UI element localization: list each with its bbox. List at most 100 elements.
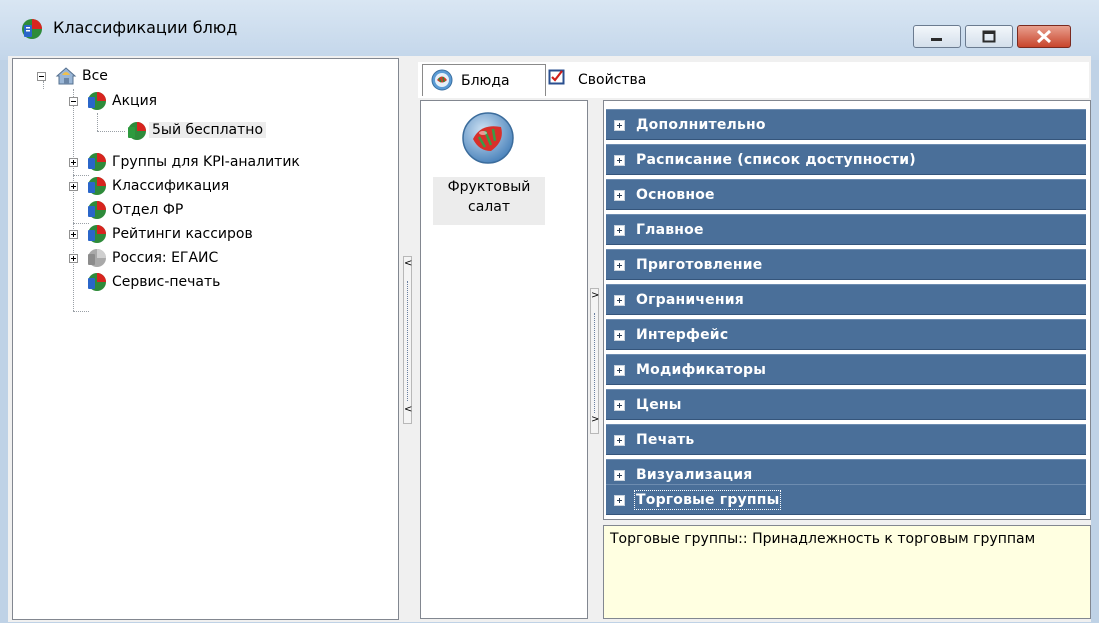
tree-node-cashier-ratings[interactable]: Рейтинги кассиров — [57, 223, 337, 247]
tree-root-label: Все — [82, 68, 108, 84]
app-icon — [22, 19, 42, 39]
category-label: Модификаторы — [636, 362, 767, 378]
category-label: Интерфейс — [636, 327, 729, 343]
expand-category-icon[interactable] — [614, 190, 625, 201]
category-label: Печать — [636, 432, 695, 448]
category-basic[interactable]: Основное — [606, 179, 1086, 210]
classification-icon — [88, 273, 106, 291]
category-label: Дополнительно — [636, 117, 766, 133]
tree-line — [73, 311, 89, 312]
tree-node-service-print[interactable]: Сервис-печать — [57, 271, 297, 295]
category-label: Цены — [636, 397, 682, 413]
dish-tile[interactable]: Фруктовый салат — [433, 111, 545, 227]
fruit-salad-icon — [462, 112, 514, 164]
category-schedule[interactable]: Расписание (список доступности) — [606, 144, 1086, 175]
window-title: Классификации блюд — [53, 18, 238, 37]
tree-node-klassifikaciya[interactable]: Классификация — [57, 175, 317, 199]
close-icon — [1036, 29, 1052, 44]
expand-toggle[interactable] — [69, 182, 78, 191]
tab-properties[interactable]: Свойства — [546, 64, 706, 96]
category-label: Приготовление — [636, 257, 763, 273]
category-trade-groups[interactable]: Торговые группы — [606, 484, 1086, 515]
tree-line — [97, 113, 98, 131]
category-restrictions[interactable]: Ограничения — [606, 284, 1086, 315]
expand-right-arrow[interactable]: > — [591, 413, 599, 433]
expand-category-icon[interactable] — [614, 365, 625, 376]
expand-toggle[interactable] — [69, 158, 78, 167]
tree-item-label: Россия: ЕГАИС — [112, 250, 219, 266]
tree-item-label: Отдел ФР — [112, 202, 184, 218]
right-splitter[interactable]: > > — [590, 288, 599, 434]
tree-item-label: Сервис-печать — [112, 274, 221, 290]
property-description: Торговые группы:: Принадлежность к торго… — [603, 525, 1091, 619]
dishes-list[interactable]: Фруктовый салат — [420, 100, 588, 619]
expand-category-icon[interactable] — [614, 330, 625, 341]
expand-category-icon[interactable] — [614, 295, 625, 306]
tab-dishes[interactable]: Блюда — [422, 64, 546, 96]
minimize-button[interactable] — [913, 25, 961, 48]
expand-category-icon[interactable] — [614, 495, 625, 506]
minimize-icon — [931, 38, 942, 41]
collapse-toggle[interactable] — [37, 72, 46, 81]
expand-toggle[interactable] — [69, 230, 78, 239]
category-printing[interactable]: Печать — [606, 424, 1086, 455]
title-bar[interactable]: Классификации блюд — [0, 0, 1099, 60]
category-label: Визуализация — [636, 467, 753, 483]
category-main[interactable]: Главное — [606, 214, 1086, 245]
expand-toggle[interactable] — [69, 254, 78, 263]
dish-name: Фруктовый салат — [433, 177, 545, 225]
category-additional[interactable]: Дополнительно — [606, 109, 1086, 140]
tab-dishes-label: Блюда — [461, 73, 510, 89]
expand-category-icon[interactable] — [614, 260, 625, 271]
classification-icon — [88, 201, 106, 219]
restore-icon — [982, 30, 996, 43]
tree-node-akciya[interactable]: Акция — [57, 90, 277, 114]
tree-node-root[interactable]: Все — [33, 65, 233, 89]
splitter-dots — [407, 281, 408, 401]
classification-icon — [88, 153, 106, 171]
tree-item-label: Классификация — [112, 178, 230, 194]
expand-category-icon[interactable] — [614, 120, 625, 131]
collapse-toggle[interactable] — [69, 97, 78, 106]
maximize-button[interactable] — [965, 25, 1013, 48]
tree-item-label: Группы для KPI-аналитик — [112, 154, 300, 170]
category-modifiers[interactable]: Модификаторы — [606, 354, 1086, 385]
tree-node-5th-free[interactable]: 5ый бесплатно — [121, 119, 341, 143]
main-window: Классификации блюд Все Акция 5ый бесплат… — [0, 0, 1099, 623]
tree-node-otdel-fr[interactable]: Отдел ФР — [57, 199, 277, 223]
expand-category-icon[interactable] — [614, 155, 625, 166]
category-label: Ограничения — [636, 292, 744, 308]
category-label: Основное — [636, 187, 715, 203]
expand-category-icon[interactable] — [614, 400, 625, 411]
tree-item-label: 5ый бесплатно — [149, 122, 267, 138]
expand-category-icon[interactable] — [614, 435, 625, 446]
classification-tree[interactable]: Все Акция 5ый бесплатно Группы для KPI-а… — [12, 58, 399, 620]
category-label: Торговые группы — [633, 490, 782, 510]
expand-category-icon[interactable] — [614, 470, 625, 481]
expand-right-arrow[interactable]: > — [591, 289, 599, 309]
category-cooking[interactable]: Приготовление — [606, 249, 1086, 280]
category-interface[interactable]: Интерфейс — [606, 319, 1086, 350]
collapse-left-arrow[interactable]: < — [404, 257, 412, 277]
dish-icon — [431, 69, 453, 91]
tree-node-kpi-groups[interactable]: Группы для KPI-аналитик — [57, 151, 377, 175]
category-label: Расписание (список доступности) — [636, 152, 916, 168]
window-controls — [913, 25, 1071, 49]
expand-category-icon[interactable] — [614, 225, 625, 236]
category-label: Главное — [636, 222, 704, 238]
close-button[interactable] — [1017, 25, 1071, 48]
tree-node-russia-egais[interactable]: Россия: ЕГАИС — [57, 247, 317, 271]
classification-disabled-icon — [88, 249, 106, 267]
classification-icon — [88, 177, 106, 195]
tab-strip: Блюда Свойства — [418, 62, 1089, 98]
category-prices[interactable]: Цены — [606, 389, 1086, 420]
home-icon — [55, 67, 77, 85]
left-splitter[interactable]: < < — [403, 256, 412, 424]
splitter-dots — [594, 313, 595, 413]
checkbox-properties-icon — [548, 69, 565, 85]
property-grid[interactable]: Дополнительно Расписание (список доступн… — [603, 100, 1091, 520]
tree-item-label: Акция — [112, 93, 158, 109]
tree-item-label: Рейтинги кассиров — [112, 226, 253, 242]
collapse-left-arrow[interactable]: < — [404, 403, 412, 423]
classification-icon — [88, 225, 106, 243]
